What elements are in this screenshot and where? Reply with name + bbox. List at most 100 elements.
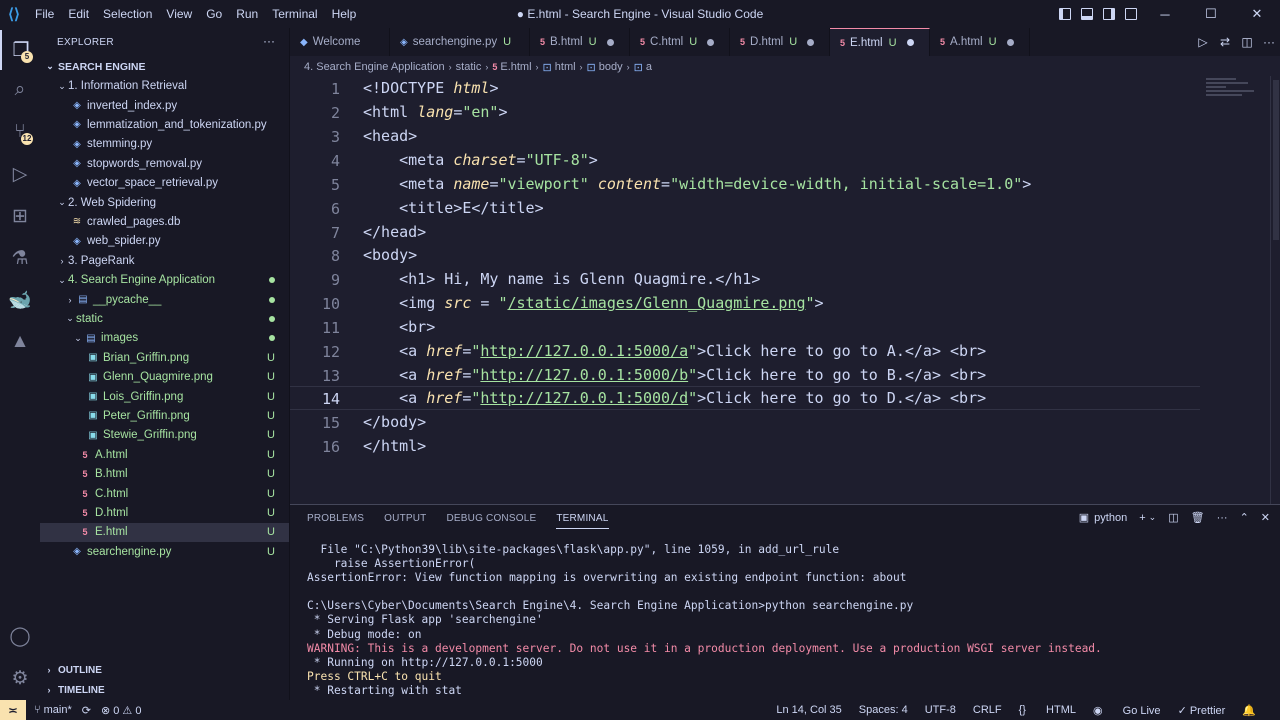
explorer-item[interactable]: 5 E.html U [40, 522, 289, 543]
outline-section[interactable]: › OUTLINE [40, 660, 289, 680]
tab-output[interactable]: OUTPUT [384, 513, 426, 529]
timeline-section[interactable]: › TIMELINE [40, 680, 289, 700]
tab-searchengine-py[interactable]: ◈ searchengine.py U [390, 28, 530, 56]
prettier-status[interactable]: ✓ Prettier [1178, 704, 1226, 717]
explorer-item[interactable]: ⌄ 1. Information Retrieval [40, 77, 289, 96]
accounts-icon[interactable]: ◯ [0, 616, 40, 656]
tab-c-html[interactable]: 5 C.html U [630, 28, 730, 56]
code-line[interactable]: 11 <br> [290, 316, 1270, 340]
tab-b-html[interactable]: 5 B.html U [530, 28, 630, 56]
breadcrumb-item[interactable]: E.html [500, 61, 531, 73]
code-link[interactable]: http://127.0.0.1:5000/b [480, 366, 688, 384]
new-terminal-icon[interactable]: + [1139, 512, 1145, 524]
language-mode[interactable]: {} HTML [1019, 704, 1076, 716]
explorer-item[interactable]: ◈ web_spider.py [40, 232, 289, 251]
menu-selection[interactable]: Selection [96, 0, 159, 28]
explorer-item[interactable]: › 3. PageRank [40, 251, 289, 270]
tab-problems[interactable]: PROBLEMS [307, 513, 364, 529]
breadcrumb-item[interactable]: body [599, 61, 623, 73]
explorer-item[interactable]: ⌄ static [40, 309, 289, 328]
explorer-item[interactable]: ⌄ ▤ images [40, 329, 289, 348]
code-line[interactable]: 13 <a href="http://127.0.0.1:5000/b">Cli… [290, 364, 1270, 388]
azure-icon[interactable]: ▲ [0, 322, 40, 362]
unsaved-dot-icon[interactable] [1006, 38, 1014, 46]
tab-a-html[interactable]: 5 A.html U [930, 28, 1030, 56]
terminal-output[interactable]: File "C:\Python39\lib\site-packages\flas… [307, 543, 1102, 698]
more-actions-icon[interactable]: ··· [1217, 512, 1228, 524]
toggle-panel-icon[interactable] [1076, 0, 1098, 28]
explorer-item[interactable]: ◈ stopwords_removal.py [40, 154, 289, 173]
code-line[interactable]: 7 </head> [290, 221, 1270, 245]
tab-e-html[interactable]: 5 E.html U [830, 28, 930, 56]
explorer-item[interactable]: ◈ lemmatization_and_tokenization.py [40, 115, 289, 134]
remote-icon[interactable]: ≍ [0, 700, 26, 720]
trash-icon[interactable]: 🗑 [1191, 511, 1205, 524]
code-line[interactable]: 15 </body> [290, 411, 1270, 435]
extensions-icon[interactable]: ⊞ [0, 196, 40, 236]
explorer-item[interactable]: ≋ crawled_pages.db [40, 212, 289, 231]
code-link[interactable]: http://127.0.0.1:5000/d [480, 389, 688, 407]
settings-gear-icon[interactable]: ⚙ [0, 658, 40, 698]
workspace-root[interactable]: ⌄ SEARCH ENGINE [40, 57, 289, 76]
code-line[interactable]: 2 <html lang="en"> [290, 101, 1270, 125]
code-line[interactable]: 6 <title>E</title> [290, 197, 1270, 221]
explorer-item[interactable]: ▣ Peter_Griffin.png U [40, 406, 289, 425]
menu-terminal[interactable]: Terminal [265, 0, 324, 28]
unsaved-dot-icon[interactable] [906, 39, 914, 46]
code-line[interactable]: 3 <head> [290, 125, 1270, 149]
breadcrumb-item[interactable]: 4. Search Engine Application [304, 61, 445, 73]
toggle-secondary-sidebar-icon[interactable] [1098, 0, 1120, 28]
breadcrumb-item[interactable]: a [646, 61, 652, 73]
explorer-item[interactable]: 5 A.html U [40, 445, 289, 464]
code-line[interactable]: 12 <a href="http://127.0.0.1:5000/a">Cli… [290, 340, 1270, 364]
more-actions-icon[interactable]: ··· [263, 34, 275, 48]
go-live-button[interactable]: ◉ Go Live [1093, 704, 1161, 717]
close-panel-icon[interactable]: ✕ [1261, 511, 1270, 524]
breadcrumb-item[interactable]: static [456, 61, 482, 73]
explorer-item[interactable]: ◈ stemming.py [40, 135, 289, 154]
sync-icon[interactable]: ⟳ [82, 704, 91, 717]
compare-changes-icon[interactable]: ⇄ [1214, 35, 1236, 49]
explorer-item[interactable]: ⌄ 2. Web Spidering [40, 193, 289, 212]
explorer-item[interactable]: ▣ Lois_Griffin.png U [40, 387, 289, 406]
menu-run[interactable]: Run [229, 0, 265, 28]
menu-edit[interactable]: Edit [61, 0, 96, 28]
explorer-item[interactable]: ▣ Brian_Griffin.png U [40, 348, 289, 367]
explorer-item[interactable]: ▣ Stewie_Griffin.png U [40, 426, 289, 445]
run-file-icon[interactable]: ▷ [1192, 35, 1214, 49]
tab-debug-console[interactable]: DEBUG CONSOLE [446, 513, 536, 529]
docker-icon[interactable]: 🐋 [0, 280, 40, 320]
maximize-icon[interactable]: ☐ [1188, 0, 1234, 28]
explorer-item[interactable]: ◈ inverted_index.py [40, 96, 289, 115]
split-terminal-icon[interactable]: ◫ [1168, 511, 1178, 524]
unsaved-dot-icon[interactable] [807, 38, 815, 46]
menu-file[interactable]: File [28, 0, 61, 28]
code-line[interactable]: 8 <body> [290, 244, 1270, 268]
explorer-icon[interactable]: ❐ 5 [0, 30, 40, 70]
customize-layout-icon[interactable] [1120, 0, 1142, 28]
code-editor[interactable]: 1 <!DOCTYPE html> 2 <html lang="en"> 3 <hea… [290, 76, 1280, 504]
unsaved-dot-icon[interactable] [606, 38, 614, 46]
tab-welcome[interactable]: ◆ Welcome [290, 28, 390, 56]
testing-icon[interactable]: ⚗ [0, 238, 40, 278]
code-line[interactable]: 16 </html> [290, 435, 1270, 459]
chevron-down-icon[interactable]: ⌄ [1149, 512, 1157, 523]
code-line[interactable]: 1 <!DOCTYPE html> [290, 77, 1270, 101]
menu-go[interactable]: Go [199, 0, 229, 28]
notifications-bell-icon[interactable]: 🔔 [1242, 704, 1256, 717]
explorer-item[interactable]: › ▤ __pycache__ [40, 290, 289, 309]
explorer-item[interactable]: ◈ searchengine.py U [40, 542, 289, 561]
code-link[interactable]: http://127.0.0.1:5000/a [480, 342, 688, 360]
close-icon[interactable]: ✕ [1234, 0, 1280, 28]
code-line[interactable]: 9 <h1> Hi, My name is Glenn Quagmire.</h… [290, 268, 1270, 292]
minimize-icon[interactable]: ─ [1142, 0, 1188, 28]
indentation[interactable]: Spaces: 4 [859, 704, 908, 716]
code-line[interactable]: 4 <meta charset="UTF-8"> [290, 149, 1270, 173]
scrollbar-thumb[interactable] [1273, 80, 1279, 240]
menu-help[interactable]: Help [325, 0, 364, 28]
search-icon[interactable]: ⌕ [0, 70, 40, 110]
split-editor-icon[interactable]: ◫ [1236, 35, 1258, 49]
unsaved-dot-icon[interactable] [707, 38, 715, 46]
minimap[interactable] [1206, 76, 1258, 106]
code-link[interactable]: /static/images/Glenn_Quagmire.png [508, 294, 806, 312]
